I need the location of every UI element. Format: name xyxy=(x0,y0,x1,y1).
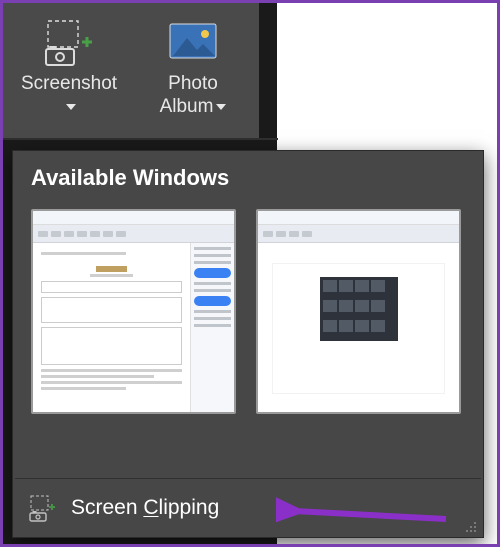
screenshot-dropdown: Available Windows xyxy=(12,150,484,538)
screen-clipping-icon xyxy=(27,493,57,523)
window-thumbnail[interactable] xyxy=(31,209,236,414)
chevron-down-icon xyxy=(216,104,226,110)
photo-album-button[interactable]: Photo Album xyxy=(133,7,253,135)
screen-clipping-label: Screen Clipping xyxy=(71,496,219,520)
resize-grip-icon[interactable] xyxy=(463,519,477,533)
photo-album-label-1: Photo xyxy=(168,73,218,94)
photo-album-label-2: Album xyxy=(160,96,214,117)
screen-clipping-item[interactable]: Screen Clipping xyxy=(13,479,483,537)
screenshot-button[interactable]: Screenshot xyxy=(9,7,129,135)
ribbon-illustrations-group: Screenshot Photo Album xyxy=(3,3,259,138)
ribbon-divider xyxy=(3,138,278,140)
window-thumbnail[interactable] xyxy=(256,209,461,414)
chevron-down-icon xyxy=(66,104,76,110)
screenshot-icon xyxy=(42,17,96,67)
available-windows-header: Available Windows xyxy=(13,151,483,201)
available-windows-list xyxy=(13,201,483,478)
photo-album-icon xyxy=(166,17,220,67)
screenshot-label: Screenshot xyxy=(21,73,117,94)
